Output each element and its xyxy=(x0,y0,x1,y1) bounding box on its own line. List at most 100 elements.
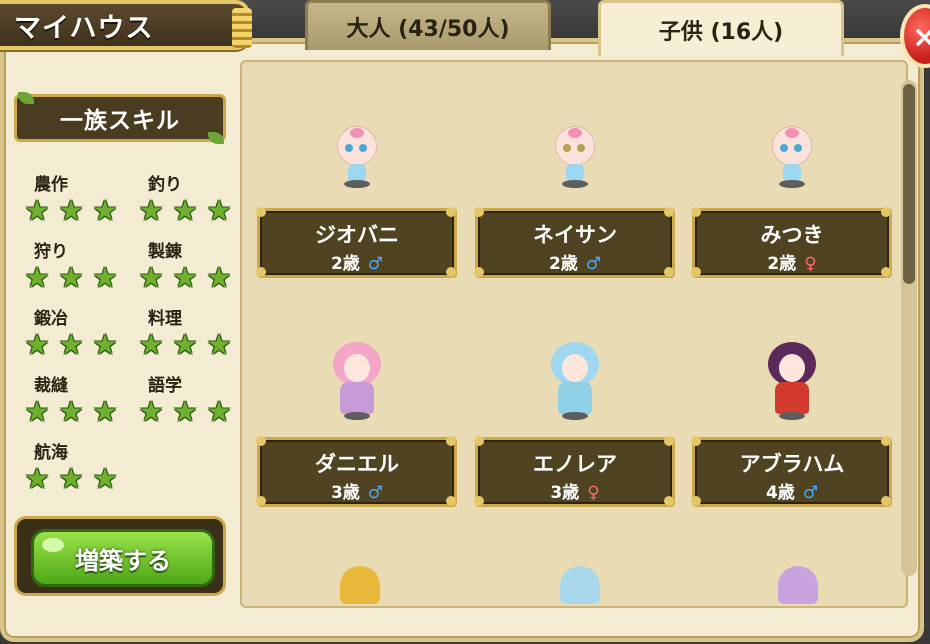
child-name: ダニエル xyxy=(315,452,399,476)
child-name: ネイサン xyxy=(533,223,617,247)
star-icon: ★ xyxy=(58,395,84,428)
skill-stars: ★ ★ ★ xyxy=(22,464,120,494)
page-title: マイハウス xyxy=(14,12,154,44)
child-age-text: 2歳 xyxy=(548,254,578,274)
card-corner-ornament xyxy=(256,436,266,446)
child-avatar-partial[interactable] xyxy=(778,566,818,604)
skill-stars: ★ ★ ★ xyxy=(22,263,120,293)
card-corner-ornament xyxy=(446,436,456,446)
card-corner-ornament xyxy=(691,207,701,217)
card-corner-ornament xyxy=(474,496,484,506)
build-button-frame: 増築する xyxy=(14,516,226,596)
child-avatar[interactable] xyxy=(762,126,822,196)
star-icon: ★ xyxy=(92,395,118,428)
child-age: 4歳 ♂ xyxy=(695,478,889,503)
child-card[interactable]: ジオバニ 2歳 ♂ xyxy=(256,207,457,278)
child-age: 3歳 ♂ xyxy=(260,478,454,503)
child-name: アブラハム xyxy=(739,452,845,476)
star-icon: ★ xyxy=(24,328,50,361)
card-corner-ornament xyxy=(474,436,484,446)
female-icon: ♀ xyxy=(804,254,817,274)
star-icon: ★ xyxy=(138,261,164,294)
star-icon: ★ xyxy=(92,328,118,361)
child-card[interactable]: エノレア 3歳 ♀ xyxy=(474,436,675,507)
card-corner-ornament xyxy=(256,496,266,506)
skill-stars: ★ ★ ★ xyxy=(22,330,120,360)
card-corner-ornament xyxy=(256,267,266,277)
child-age-text: 4歳 xyxy=(765,483,795,503)
child-avatar-partial[interactable] xyxy=(340,566,380,604)
skill-item: 製錬 ★ ★ ★ xyxy=(126,237,231,295)
child-avatar-partial[interactable] xyxy=(560,566,600,604)
tab-adults-label: 大人 (43/50人) xyxy=(346,16,510,42)
card-corner-ornament xyxy=(664,267,674,277)
child-age: 2歳 ♀ xyxy=(695,249,889,274)
build-button[interactable]: 増築する xyxy=(31,529,215,587)
card-corner-ornament xyxy=(664,496,674,506)
card-corner-ornament xyxy=(446,207,456,217)
star-icon: ★ xyxy=(24,194,50,227)
skill-name: 語学 xyxy=(148,376,182,396)
star-icon: ★ xyxy=(24,462,50,495)
skill-stars: ★ ★ ★ xyxy=(22,196,120,226)
child-avatar[interactable] xyxy=(762,340,822,422)
star-icon: ★ xyxy=(92,261,118,294)
child-age-text: 2歳 xyxy=(330,254,360,274)
card-corner-ornament xyxy=(691,436,701,446)
male-icon: ♂ xyxy=(802,483,819,503)
card-corner-ornament xyxy=(691,496,701,506)
family-skills-title: 一族スキル xyxy=(60,108,180,134)
star-icon: ★ xyxy=(138,194,164,227)
star-icon: ★ xyxy=(24,395,50,428)
title-decoration xyxy=(232,8,252,48)
star-icon: ★ xyxy=(172,395,198,428)
child-avatar[interactable] xyxy=(545,126,605,196)
child-age-text: 2歳 xyxy=(767,254,797,274)
child-card[interactable]: アブラハム 4歳 ♂ xyxy=(691,436,892,507)
star-icon: ★ xyxy=(138,395,164,428)
skill-item: 鍛冶 ★ ★ ★ xyxy=(12,304,117,362)
child-card[interactable]: ダニエル 3歳 ♂ xyxy=(256,436,457,507)
skill-stars: ★ ★ ★ xyxy=(136,196,234,226)
child-avatar[interactable] xyxy=(327,126,387,196)
sidebar: 一族スキル 農作 ★ ★ ★ 釣り ★ ★ ★ 狩り ★ ★ ★ 製錬 ★ ★ ★ 鍛冶 ★ ★ ★ 料理 ★ ★ ★ 裁縫 ★ ★… xyxy=(4,60,236,640)
star-icon: ★ xyxy=(206,395,232,428)
male-icon: ♂ xyxy=(367,254,384,274)
card-corner-ornament xyxy=(664,207,674,217)
close-icon: × xyxy=(912,20,930,55)
star-icon: ★ xyxy=(206,261,232,294)
build-button-label: 増築する xyxy=(75,546,171,575)
card-corner-ornament xyxy=(446,496,456,506)
star-icon: ★ xyxy=(172,328,198,361)
scrollbar-thumb[interactable] xyxy=(903,84,915,284)
title-plaque: マイハウス xyxy=(0,0,252,50)
child-age: 3歳 ♀ xyxy=(478,478,672,503)
child-avatar[interactable] xyxy=(327,340,387,422)
skill-name: 釣り xyxy=(148,175,182,195)
child-avatar[interactable] xyxy=(545,340,605,422)
skill-name: 鍛冶 xyxy=(34,309,68,329)
skill-item: 裁縫 ★ ★ ★ xyxy=(12,371,117,429)
child-card[interactable]: みつき 2歳 ♀ xyxy=(691,207,892,278)
skill-item: 農作 ★ ★ ★ xyxy=(12,170,117,228)
skill-name: 航海 xyxy=(34,443,68,463)
skill-item: 釣り ★ ★ ★ xyxy=(126,170,231,228)
skill-item: 語学 ★ ★ ★ xyxy=(126,371,231,429)
child-card[interactable]: ネイサン 2歳 ♂ xyxy=(474,207,675,278)
skill-stars: ★ ★ ★ xyxy=(136,397,234,427)
star-icon: ★ xyxy=(172,261,198,294)
tab-children[interactable]: 子供 (16人) xyxy=(598,0,844,56)
child-age: 2歳 ♂ xyxy=(260,249,454,274)
skill-item: 航海 ★ ★ ★ xyxy=(12,438,117,496)
female-icon: ♀ xyxy=(587,483,600,503)
star-icon: ★ xyxy=(58,194,84,227)
skill-stars: ★ ★ ★ xyxy=(136,263,234,293)
star-icon: ★ xyxy=(92,462,118,495)
skill-item: 狩り ★ ★ ★ xyxy=(12,237,117,295)
tab-adults[interactable]: 大人 (43/50人) xyxy=(305,0,551,50)
family-skills-header: 一族スキル xyxy=(14,94,226,142)
male-icon: ♂ xyxy=(585,254,602,274)
child-age: 2歳 ♂ xyxy=(478,249,672,274)
star-icon: ★ xyxy=(172,194,198,227)
card-corner-ornament xyxy=(474,207,484,217)
